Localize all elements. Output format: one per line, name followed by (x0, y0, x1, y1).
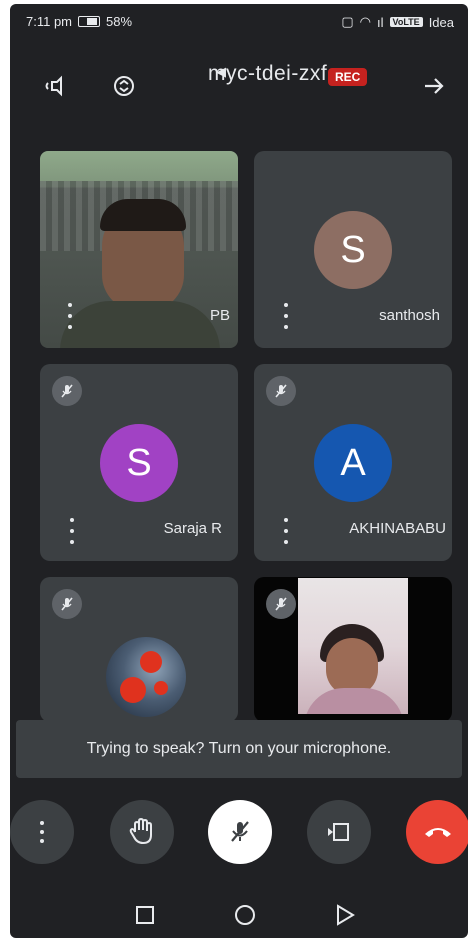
call-controls (10, 800, 468, 876)
present-screen-button[interactable] (307, 800, 371, 864)
status-bar: 7:11 pm 58% ▢ ◠ ıl VoLTE Idea (10, 4, 468, 38)
more-options-icon[interactable] (278, 518, 294, 544)
back-arrow-icon[interactable] (414, 66, 454, 106)
mic-off-icon (52, 589, 82, 619)
battery-icon (78, 16, 101, 27)
battery-text: 58% (106, 14, 133, 29)
mic-off-icon (266, 376, 296, 406)
signal-icon: ıl (377, 14, 384, 30)
avatar-initial: A (340, 441, 366, 484)
home-icon[interactable] (232, 902, 258, 928)
rec-badge: REC (328, 68, 368, 86)
participant-name: PB (209, 307, 230, 324)
toast-message: Trying to speak? Turn on your microphone… (86, 740, 392, 757)
mic-off-icon (231, 821, 249, 842)
participant-tile-saraja[interactable]: S Saraja R (40, 364, 238, 561)
participant-video-pb: PB (40, 151, 238, 348)
end-call-button[interactable] (406, 800, 468, 864)
speaker-icon[interactable] (36, 66, 76, 106)
recents-icon[interactable] (132, 902, 158, 928)
more-options-icon[interactable] (62, 303, 78, 329)
time-text: 7:11 pm (26, 14, 73, 29)
avatar-initial: S (340, 228, 366, 271)
microphone-toggle-button[interactable] (208, 800, 272, 864)
participant-video (298, 578, 408, 714)
participant-tile-santhosh[interactable]: S santhosh (254, 151, 452, 348)
wifi-icon: ◠ (359, 14, 372, 29)
carrier-text: Idea (428, 14, 454, 30)
more-options-button[interactable] (10, 800, 74, 864)
raise-hand-button[interactable] (110, 800, 174, 864)
back-icon[interactable] (332, 902, 358, 928)
flower (154, 681, 168, 695)
participant-name: AKHINABABU (349, 520, 446, 537)
mic-off-icon (52, 376, 82, 406)
sim-icon: ▢ (341, 14, 354, 29)
avatar: S (100, 424, 178, 502)
flower (120, 677, 146, 703)
mic-hint-toast: Trying to speak? Turn on your microphone… (16, 720, 462, 778)
flower (140, 651, 162, 673)
system-navigation-bar (10, 892, 468, 938)
participant-tile-akhinababu[interactable]: A AKHINABABU (254, 364, 452, 561)
more-options-icon (34, 821, 50, 843)
avatar-initial: S (126, 441, 152, 484)
more-options-icon[interactable] (278, 303, 294, 329)
phone-screen: 7:11 pm 58% ▢ ◠ ıl VoLTE Idea ◀ myc-tdei… (10, 4, 468, 938)
meeting-header: ◀ myc-tdei-zxf (10, 48, 468, 118)
meeting-code[interactable]: myc-tdei-zxf (208, 62, 327, 86)
end-call-icon (425, 828, 451, 837)
avatar: A (314, 424, 392, 502)
mic-off-icon (266, 589, 296, 619)
profile-picture-flowers (106, 637, 186, 717)
participant-name: Saraja R (163, 520, 222, 537)
raise-hand-icon (129, 818, 152, 845)
participant-body (304, 688, 404, 714)
switch-camera-icon[interactable] (104, 66, 144, 106)
more-options-icon[interactable] (64, 518, 80, 544)
participant-name: santhosh (379, 307, 440, 324)
volte-badge: VoLTE (389, 17, 423, 27)
avatar: S (314, 211, 392, 289)
participant-body (60, 301, 220, 348)
participant-hair (100, 199, 186, 231)
present-screen-icon (328, 823, 349, 841)
